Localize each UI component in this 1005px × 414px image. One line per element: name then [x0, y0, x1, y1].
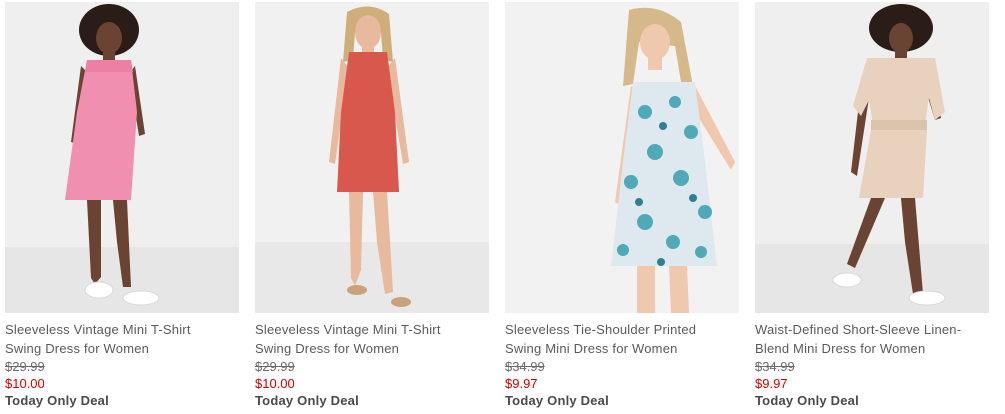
sale-price: $9.97: [755, 376, 788, 391]
product-name-line-2[interactable]: Swing Mini Dress for Women: [505, 341, 678, 356]
deal-badge: Today Only Deal: [755, 393, 859, 408]
product-image[interactable]: [505, 2, 739, 313]
model-photo-coral-dress: [255, 2, 489, 313]
product-card[interactable]: Sleeveless Vintage Mini T-Shirt Swing Dr…: [5, 0, 239, 414]
product-card[interactable]: Sleeveless Tie-Shoulder Printed Swing Mi…: [505, 0, 739, 414]
product-info: Sleeveless Tie-Shoulder Printed Swing Mi…: [505, 320, 745, 409]
product-name-line-2[interactable]: Swing Dress for Women: [255, 341, 399, 356]
product-grid: Sleeveless Vintage Mini T-Shirt Swing Dr…: [0, 0, 1005, 414]
model-photo-floral-dress: [505, 2, 739, 313]
product-image[interactable]: [255, 2, 489, 313]
product-name-line-2[interactable]: Swing Dress for Women: [5, 341, 149, 356]
product-name-line-1[interactable]: Sleeveless Vintage Mini T-Shirt: [5, 322, 191, 337]
product-image[interactable]: [755, 2, 989, 313]
product-card[interactable]: Sleeveless Vintage Mini T-Shirt Swing Dr…: [255, 0, 489, 414]
original-price: $29.99: [5, 359, 45, 374]
product-name[interactable]: Sleeveless Vintage Mini T-Shirt Swing Dr…: [5, 320, 245, 358]
product-name[interactable]: Waist-Defined Short-Sleeve Linen- Blend …: [755, 320, 995, 358]
product-name-line-1[interactable]: Sleeveless Tie-Shoulder Printed: [505, 322, 696, 337]
product-name[interactable]: Sleeveless Vintage Mini T-Shirt Swing Dr…: [255, 320, 495, 358]
sale-price: $10.00: [5, 376, 45, 391]
original-price: $29.99: [255, 359, 295, 374]
sale-price: $9.97: [505, 376, 538, 391]
product-info: Sleeveless Vintage Mini T-Shirt Swing Dr…: [5, 320, 245, 409]
sale-price: $10.00: [255, 376, 295, 391]
product-name[interactable]: Sleeveless Tie-Shoulder Printed Swing Mi…: [505, 320, 745, 358]
product-image[interactable]: [5, 2, 239, 313]
product-name-line-1[interactable]: Waist-Defined Short-Sleeve Linen-: [755, 322, 961, 337]
product-info: Waist-Defined Short-Sleeve Linen- Blend …: [755, 320, 995, 409]
model-photo-linen-dress: [755, 2, 989, 313]
product-info: Sleeveless Vintage Mini T-Shirt Swing Dr…: [255, 320, 495, 409]
product-name-line-1[interactable]: Sleeveless Vintage Mini T-Shirt: [255, 322, 441, 337]
product-name-line-2[interactable]: Blend Mini Dress for Women: [755, 341, 925, 356]
model-photo-pink-dress: [5, 2, 239, 313]
deal-badge: Today Only Deal: [255, 393, 359, 408]
product-card[interactable]: Waist-Defined Short-Sleeve Linen- Blend …: [755, 0, 989, 414]
original-price: $34.99: [505, 359, 545, 374]
deal-badge: Today Only Deal: [5, 393, 109, 408]
deal-badge: Today Only Deal: [505, 393, 609, 408]
original-price: $34.99: [755, 359, 795, 374]
